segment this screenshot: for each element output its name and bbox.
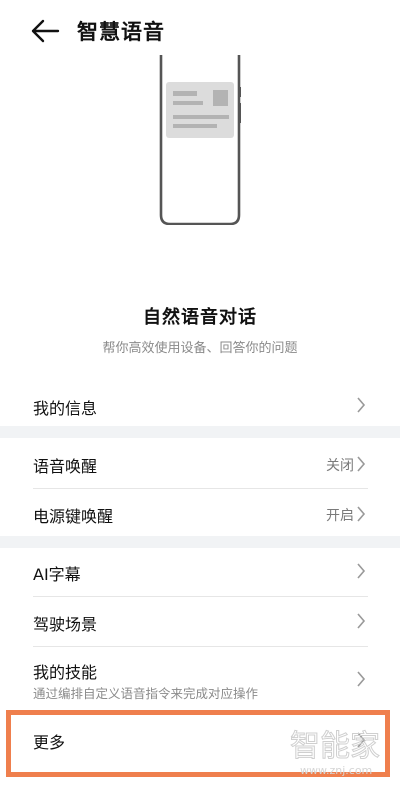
section-separator — [0, 536, 400, 548]
list-item-voice-wakeup[interactable]: 语音唤醒 关闭 — [0, 438, 400, 488]
app-header: 智慧语音 — [0, 0, 400, 62]
chevron-right-icon — [357, 613, 366, 629]
list-item-value: 关闭 — [326, 458, 354, 474]
list-item-value: 开启 — [326, 508, 354, 524]
back-button[interactable] — [30, 18, 60, 44]
chevron-right-icon — [357, 506, 366, 522]
phone-illustration-icon — [159, 55, 241, 225]
watermark-url: www.znj.com — [300, 764, 372, 777]
chevron-right-icon — [357, 563, 366, 579]
list-item-subtitle: 通过编排自定义语音指令来完成对应操作 — [33, 686, 259, 701]
list-item-label: 驾驶场景 — [33, 615, 98, 634]
watermark-text: 智能家 — [290, 729, 380, 764]
section-separator — [0, 426, 400, 438]
list-item-label: 我的信息 — [33, 399, 98, 418]
list-item-power-key-wakeup[interactable]: 电源键唤醒 开启 — [0, 489, 400, 539]
intro-subtitle: 帮你高效使用设备、回答你的问题 — [102, 341, 298, 356]
arrow-left-icon — [31, 19, 60, 43]
chevron-right-icon — [357, 456, 366, 472]
list-item-ai-subtitles[interactable]: AI字幕 — [0, 548, 400, 595]
list-item-label: 电源键唤醒 — [33, 507, 114, 526]
chevron-right-icon — [357, 397, 366, 413]
intro-title: 自然语音对话 — [143, 307, 257, 328]
list-item-driving-scene[interactable]: 驾驶场景 — [0, 597, 400, 645]
list-item-label: AI字幕 — [33, 565, 81, 584]
list-item-my-skills[interactable]: 我的技能 通过编排自定义语音指令来完成对应操作 — [0, 647, 400, 707]
list-item-label: 语音唤醒 — [33, 457, 98, 476]
list-item-my-info[interactable]: 我的信息 — [0, 380, 400, 430]
list-item-label: 我的技能 — [33, 663, 98, 682]
hero-illustration — [0, 55, 400, 245]
chevron-right-icon — [357, 671, 366, 687]
watermark-logo: 智能家 www.znj.com — [290, 729, 381, 778]
page-title: 智慧语音 — [77, 20, 165, 44]
